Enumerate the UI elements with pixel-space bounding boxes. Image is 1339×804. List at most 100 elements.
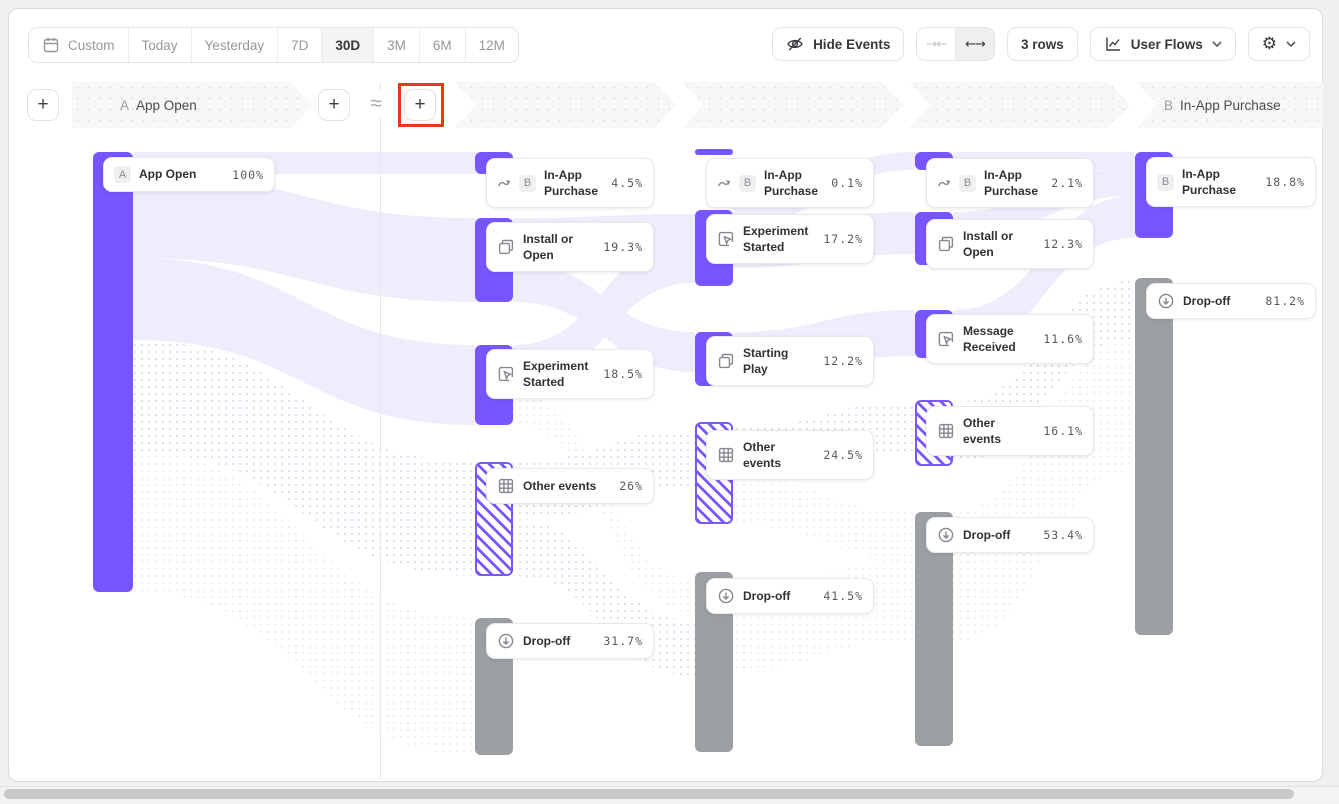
node-percent: 0.1%	[831, 176, 863, 190]
node-label: In-App Purchase	[984, 167, 1043, 199]
collapse-columns-button[interactable]: →←	[917, 28, 955, 60]
flow-bar-app-open[interactable]	[93, 152, 133, 592]
date-range-12m[interactable]: 12M	[466, 28, 518, 62]
add-step-after-button[interactable]: +	[318, 89, 350, 121]
flow-node-experiment-started[interactable]: Experiment Started 17.2%	[706, 214, 874, 264]
flow-node-app-open[interactable]: A App Open 100%	[103, 157, 275, 192]
approx-symbol: ≈	[362, 91, 390, 117]
event-badge: B	[519, 175, 536, 192]
collapse-columns-icon: →←	[926, 37, 946, 52]
eye-off-icon	[786, 35, 804, 53]
node-label: Install or Open	[963, 228, 1035, 260]
node-label: App Open	[139, 166, 224, 182]
flow-node-in-app-purchase[interactable]: B In-App Purchase 2.1%	[926, 158, 1094, 208]
scrollbar-thumb[interactable]	[4, 789, 1294, 799]
date-range-label: 12M	[479, 38, 505, 53]
rows-label: 3 rows	[1021, 37, 1064, 52]
horizontal-scrollbar[interactable]	[0, 786, 1339, 802]
step-header-app-open[interactable]: A App Open	[72, 82, 312, 128]
event-badge: B	[739, 175, 756, 192]
node-label: In-App Purchase	[1182, 166, 1257, 198]
date-range-label: Custom	[68, 38, 115, 53]
trend-arrow-icon	[937, 176, 951, 190]
drop-off-icon	[497, 632, 515, 650]
chart-type-dropdown[interactable]: User Flows	[1090, 27, 1236, 61]
date-range-3m[interactable]: 3M	[374, 28, 420, 62]
flow-bar-drop-off[interactable]	[1135, 278, 1173, 635]
expand-columns-icon: ←→	[965, 37, 985, 52]
flow-node-drop-off[interactable]: Drop-off 53.4%	[926, 517, 1094, 553]
node-label: Other events	[963, 415, 1035, 447]
flow-bar-in-app-purchase[interactable]	[695, 149, 733, 155]
node-percent: 31.7%	[603, 634, 643, 648]
node-percent: 12.2%	[823, 354, 863, 368]
expand-columns-button[interactable]: ←→	[955, 28, 994, 60]
gear-icon: ⚙	[1262, 36, 1277, 53]
date-range-7d[interactable]: 7D	[278, 28, 322, 62]
step-header-in-app-purchase[interactable]: B In-App Purchase	[1136, 82, 1323, 128]
date-range-6m[interactable]: 6M	[420, 28, 466, 62]
date-range-label: Yesterday	[205, 38, 265, 53]
flow-node-other-events[interactable]: Other events 26%	[486, 468, 654, 504]
flow-node-install-or-open[interactable]: Install or Open 12.3%	[926, 219, 1094, 269]
node-percent: 100%	[232, 168, 264, 182]
node-percent: 16.1%	[1043, 424, 1083, 438]
node-percent: 18.5%	[603, 367, 643, 381]
node-label: Other events	[743, 439, 815, 471]
add-step-before-button[interactable]: +	[27, 89, 59, 121]
copy-icon	[937, 235, 955, 253]
event-badge: A	[114, 166, 131, 183]
step-header-label: In-App Purchase	[1180, 98, 1281, 113]
date-range-yesterday[interactable]: Yesterday	[192, 28, 279, 62]
event-badge: B	[959, 175, 976, 192]
user-flows-chart-icon	[1104, 35, 1122, 53]
flow-node-in-app-purchase[interactable]: B In-App Purchase 18.8%	[1146, 157, 1316, 207]
date-range-today[interactable]: Today	[129, 28, 192, 62]
rows-button[interactable]: 3 rows	[1007, 27, 1078, 61]
date-range-label: 30D	[335, 38, 360, 53]
step-letter: B	[1164, 98, 1173, 113]
node-percent: 17.2%	[823, 232, 863, 246]
step-header-expansion-1[interactable]	[455, 82, 676, 128]
node-percent: 18.8%	[1265, 175, 1305, 189]
flow-node-experiment-started[interactable]: Experiment Started 18.5%	[486, 349, 654, 399]
node-label: Experiment Started	[523, 358, 595, 390]
flow-node-drop-off[interactable]: Drop-off 81.2%	[1146, 283, 1316, 319]
date-range-custom[interactable]: Custom	[29, 28, 129, 62]
node-percent: 81.2%	[1265, 294, 1305, 308]
flow-node-drop-off[interactable]: Drop-off 31.7%	[486, 623, 654, 659]
flow-node-message-received[interactable]: Message Received 11.6%	[926, 314, 1094, 364]
step-header-expansion-2[interactable]	[682, 82, 903, 128]
toolbar-right: Hide Events →← ←→ 3 rows User Flows ⚙	[772, 27, 1310, 61]
flow-node-install-or-open[interactable]: Install or Open 19.3%	[486, 222, 654, 272]
chevron-down-icon	[1212, 41, 1222, 47]
date-range-label: 3M	[387, 38, 406, 53]
copy-icon	[497, 238, 515, 256]
node-percent: 53.4%	[1043, 528, 1083, 542]
flow-node-in-app-purchase[interactable]: B In-App Purchase 4.5%	[486, 158, 654, 208]
hide-events-button[interactable]: Hide Events	[772, 27, 904, 61]
grid-icon	[497, 477, 515, 495]
date-range-label: 7D	[291, 38, 308, 53]
plus-icon: +	[37, 94, 48, 116]
date-range-30d[interactable]: 30D	[322, 28, 374, 62]
drop-off-icon	[1157, 292, 1175, 310]
trend-arrow-icon	[717, 176, 731, 190]
node-percent: 24.5%	[823, 448, 863, 462]
click-icon	[717, 230, 735, 248]
flow-node-in-app-purchase[interactable]: B In-App Purchase 0.1%	[706, 158, 874, 208]
flow-node-other-events[interactable]: Other events 16.1%	[926, 406, 1094, 456]
step-header-expansion-3[interactable]	[909, 82, 1130, 128]
grid-icon	[717, 446, 735, 464]
column-divider	[380, 82, 381, 778]
node-percent: 19.3%	[603, 240, 643, 254]
flow-node-drop-off[interactable]: Drop-off 41.5%	[706, 578, 874, 614]
node-label: Experiment Started	[743, 223, 815, 255]
click-icon	[497, 365, 515, 383]
flow-node-other-events[interactable]: Other events 24.5%	[706, 430, 874, 480]
event-badge: B	[1157, 174, 1174, 191]
node-label: Other events	[523, 478, 611, 494]
node-label: Drop-off	[1183, 293, 1257, 309]
settings-dropdown[interactable]: ⚙	[1248, 27, 1310, 61]
flow-node-starting-play[interactable]: Starting Play 12.2%	[706, 336, 874, 386]
